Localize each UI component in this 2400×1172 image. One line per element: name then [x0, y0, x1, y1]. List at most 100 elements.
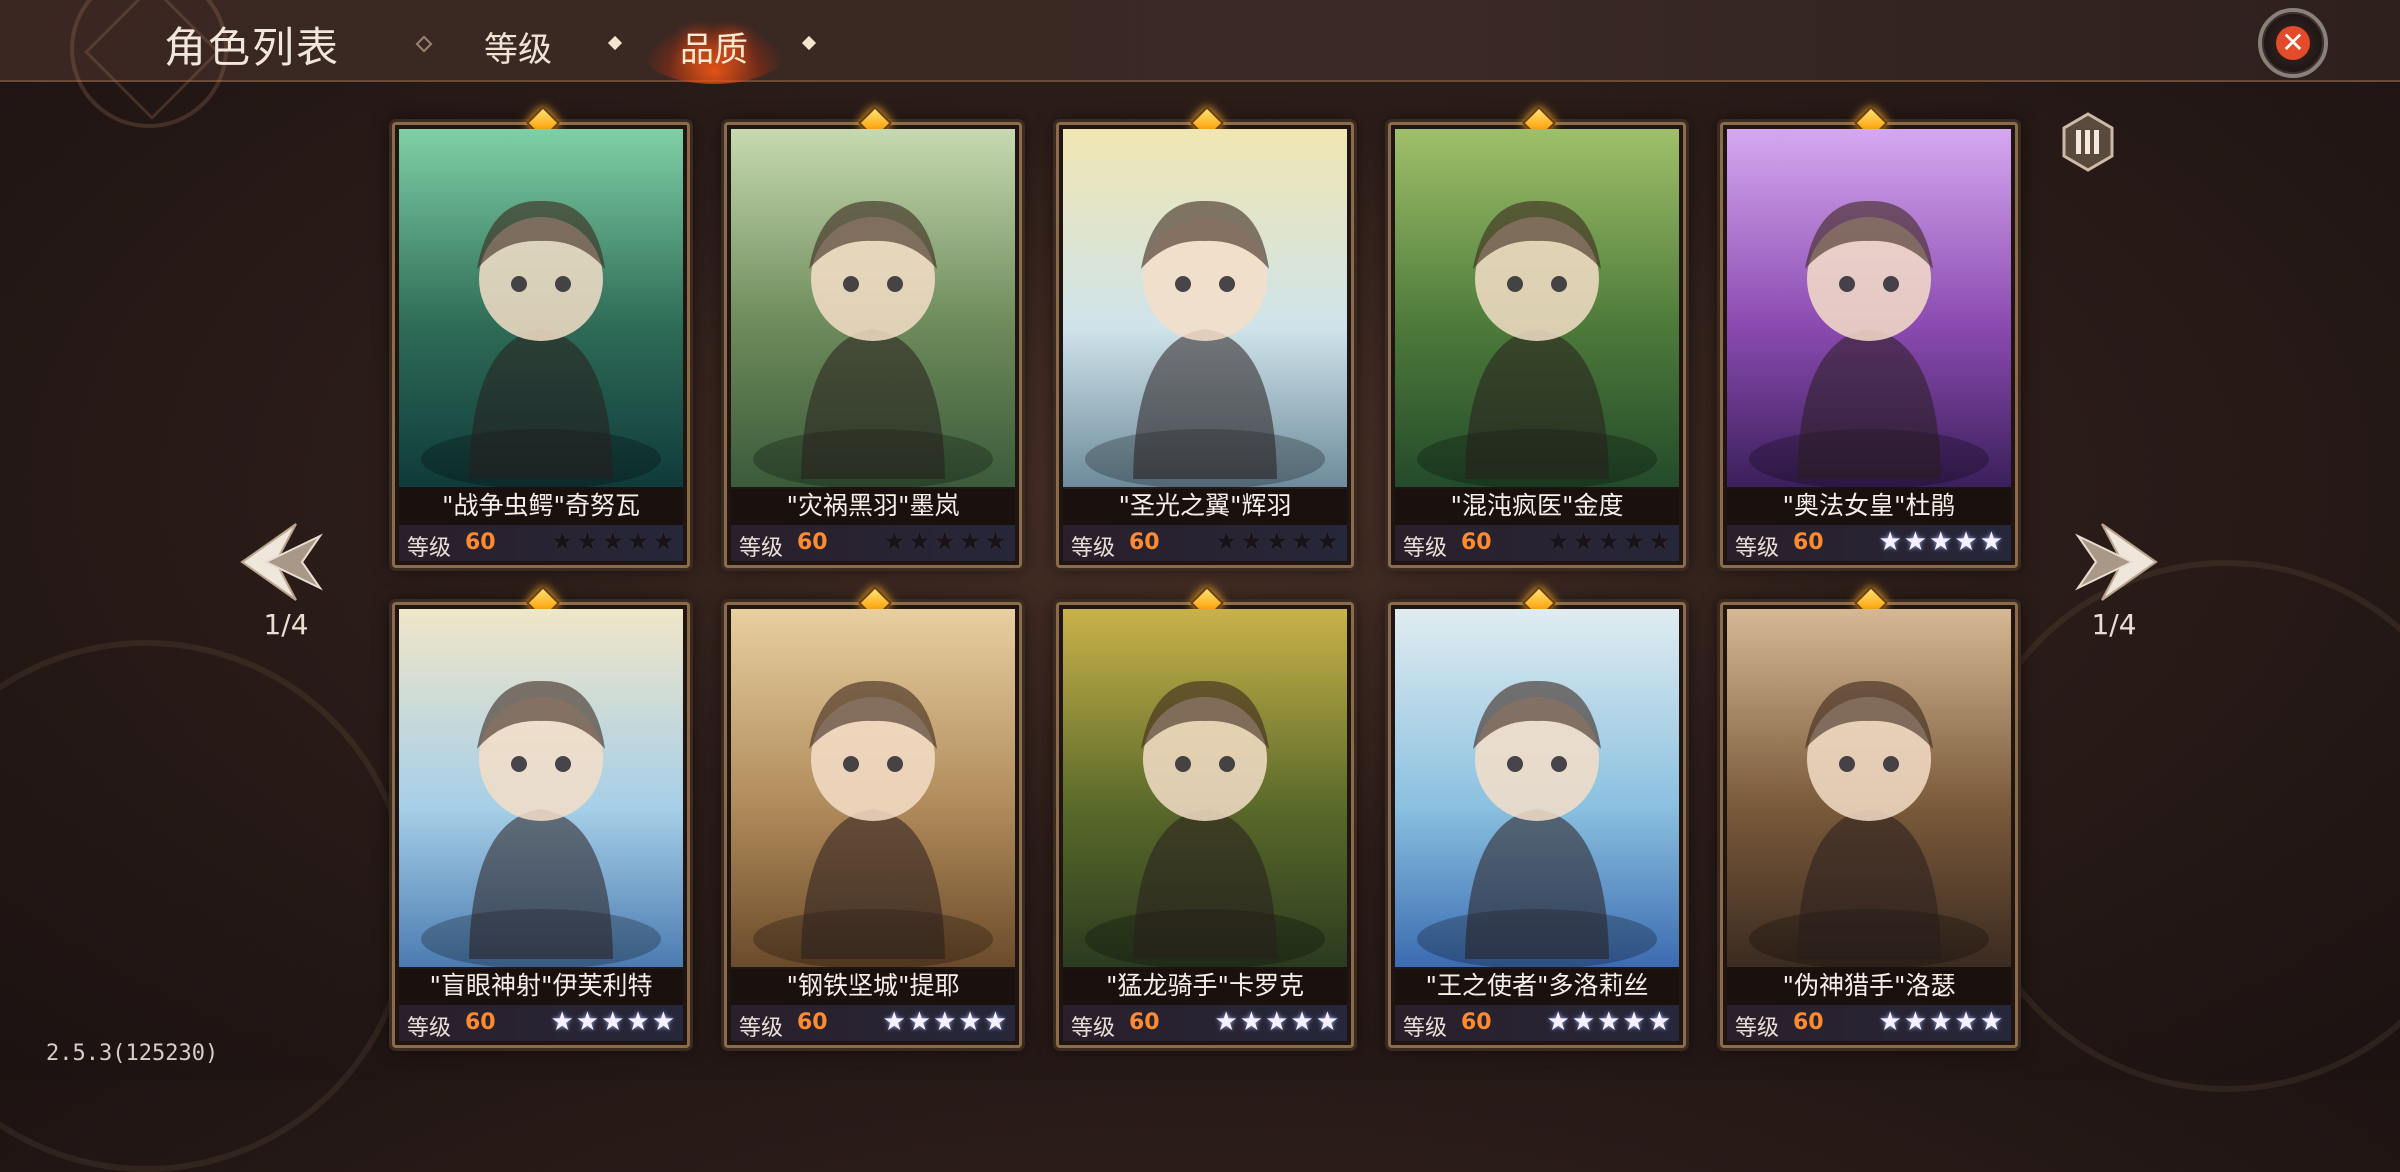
level-label: 等级: [739, 1016, 784, 1041]
level-value: 60: [1793, 1010, 1824, 1035]
level-value: 60: [1793, 530, 1824, 555]
character-card[interactable]: "王之使者"多洛莉丝 等级 60 ★★★★★: [1388, 586, 1686, 1048]
level-value: 60: [465, 530, 496, 555]
level-label: 等级: [1735, 536, 1780, 561]
card-footer: 等级 60 ★★★★★: [1395, 525, 1679, 561]
character-name: "战争虫鳄"奇努瓦: [399, 487, 683, 525]
star-icon: ★: [1622, 1007, 1648, 1037]
character-name: "猛龙骑手"卡罗克: [1063, 967, 1347, 1005]
star-rating: ★★★★★: [1214, 1007, 1341, 1037]
level-value: 60: [1461, 530, 1492, 555]
card-footer: 等级 60 ★★★★★: [1727, 525, 2011, 561]
character-card[interactable]: "盲眼神射"伊芙利特 等级 60 ★★★★★: [392, 586, 690, 1048]
background-ornament: [0, 640, 412, 1172]
tab-separator: [801, 35, 817, 51]
level-value: 60: [797, 1010, 828, 1035]
star-icon: ★: [1571, 1007, 1598, 1037]
card-footer: 等级 60 ★★★★★: [1727, 1005, 2011, 1041]
star-icon: ★: [1290, 1007, 1316, 1037]
character-card[interactable]: "战争虫鳄"奇努瓦 等级 60 ★★★★★: [392, 106, 690, 568]
tab-separator: [607, 35, 623, 51]
character-card[interactable]: "猛龙骑手"卡罗克 等级 60 ★★★★★: [1056, 586, 1354, 1048]
chevron-right-icon[interactable]: [2070, 516, 2162, 608]
character-portrait: [399, 609, 683, 969]
character-name: "钢铁坚城"提耶: [731, 967, 1015, 1005]
tab-level[interactable]: 等级: [484, 22, 552, 71]
character-portrait: [731, 129, 1015, 489]
star-icon: ★: [1214, 527, 1240, 557]
character-card[interactable]: "圣光之翼"辉羽 等级 60 ★★★★★: [1056, 106, 1354, 568]
character-card[interactable]: "伪神猎手"洛瑟 等级 60 ★★★★★: [1720, 586, 2018, 1048]
star-icon: ★: [1239, 527, 1266, 557]
star-icon: ★: [1265, 527, 1291, 557]
star-icon: ★: [1622, 527, 1648, 557]
star-icon: ★: [1979, 1007, 2005, 1037]
character-portrait: [1395, 609, 1679, 969]
character-portrait: [1727, 129, 2011, 489]
page-indicator-left: 1/4: [263, 608, 309, 641]
level-label: 等级: [739, 536, 784, 561]
card-footer: 等级 60 ★★★★★: [399, 525, 683, 561]
character-portrait: [1727, 609, 2011, 969]
level-value: 60: [1129, 1010, 1160, 1035]
star-icon: ★: [1315, 1007, 1341, 1037]
star-icon: ★: [1979, 527, 2005, 557]
card-footer: 等级 60 ★★★★★: [731, 525, 1015, 561]
star-icon: ★: [1929, 1007, 1955, 1037]
close-button[interactable]: ✕: [2258, 8, 2328, 78]
character-name: "圣光之翼"辉羽: [1063, 487, 1347, 525]
version-label: 2.5.3(125230): [46, 1041, 219, 1066]
star-icon: ★: [1290, 527, 1316, 557]
star-icon: ★: [1878, 1007, 1904, 1037]
character-name: "奥法女皇"杜鹃: [1727, 487, 2011, 525]
chevron-left-icon[interactable]: [236, 516, 328, 608]
star-icon: ★: [626, 1007, 652, 1037]
star-icon: ★: [575, 1007, 602, 1037]
star-icon: ★: [651, 527, 677, 557]
star-rating: ★★★★★: [550, 1007, 677, 1037]
character-card[interactable]: "灾祸黑羽"墨岚 等级 60 ★★★★★: [724, 106, 1022, 568]
character-portrait: [1063, 609, 1347, 969]
star-rating: ★★★★★: [550, 527, 677, 557]
star-icon: ★: [1954, 527, 1980, 557]
star-rating: ★★★★★: [1546, 1007, 1673, 1037]
star-icon: ★: [626, 527, 652, 557]
character-portrait: [731, 609, 1015, 969]
star-icon: ★: [550, 1007, 576, 1037]
star-icon: ★: [550, 527, 576, 557]
character-portrait: [399, 129, 683, 489]
level-label: 等级: [1403, 536, 1448, 561]
star-icon: ★: [1571, 527, 1598, 557]
star-icon: ★: [1214, 1007, 1240, 1037]
star-icon: ★: [1903, 1007, 1930, 1037]
card-footer: 等级 60 ★★★★★: [731, 1005, 1015, 1041]
level-label: 等级: [1071, 536, 1116, 561]
character-portrait: [1395, 129, 1679, 489]
character-name: "灾祸黑羽"墨岚: [731, 487, 1015, 525]
star-icon: ★: [1954, 1007, 1980, 1037]
character-name: "混沌疯医"金度: [1395, 487, 1679, 525]
character-name: "王之使者"多洛莉丝: [1395, 967, 1679, 1005]
filter-icon[interactable]: [2062, 112, 2114, 172]
star-rating: ★★★★★: [882, 527, 1009, 557]
star-icon: ★: [1239, 1007, 1266, 1037]
character-card[interactable]: "钢铁坚城"提耶 等级 60 ★★★★★: [724, 586, 1022, 1048]
card-footer: 等级 60 ★★★★★: [1063, 1005, 1347, 1041]
page-indicator-right: 1/4: [2091, 608, 2137, 641]
character-card[interactable]: "奥法女皇"杜鹃 等级 60 ★★★★★: [1720, 106, 2018, 568]
star-icon: ★: [1597, 527, 1623, 557]
character-card[interactable]: "混沌疯医"金度 等级 60 ★★★★★: [1388, 106, 1686, 568]
star-rating: ★★★★★: [1214, 527, 1341, 557]
star-icon: ★: [1265, 1007, 1291, 1037]
star-icon: ★: [933, 527, 959, 557]
star-icon: ★: [1647, 1007, 1673, 1037]
level-label: 等级: [407, 536, 452, 561]
star-rating: ★★★★★: [1878, 527, 2005, 557]
star-icon: ★: [1878, 527, 1904, 557]
star-icon: ★: [907, 1007, 934, 1037]
star-icon: ★: [882, 1007, 908, 1037]
close-icon: ✕: [2276, 26, 2310, 60]
tab-quality[interactable]: 品质: [680, 22, 748, 71]
tab-separator: [415, 35, 433, 53]
card-footer: 等级 60 ★★★★★: [399, 1005, 683, 1041]
